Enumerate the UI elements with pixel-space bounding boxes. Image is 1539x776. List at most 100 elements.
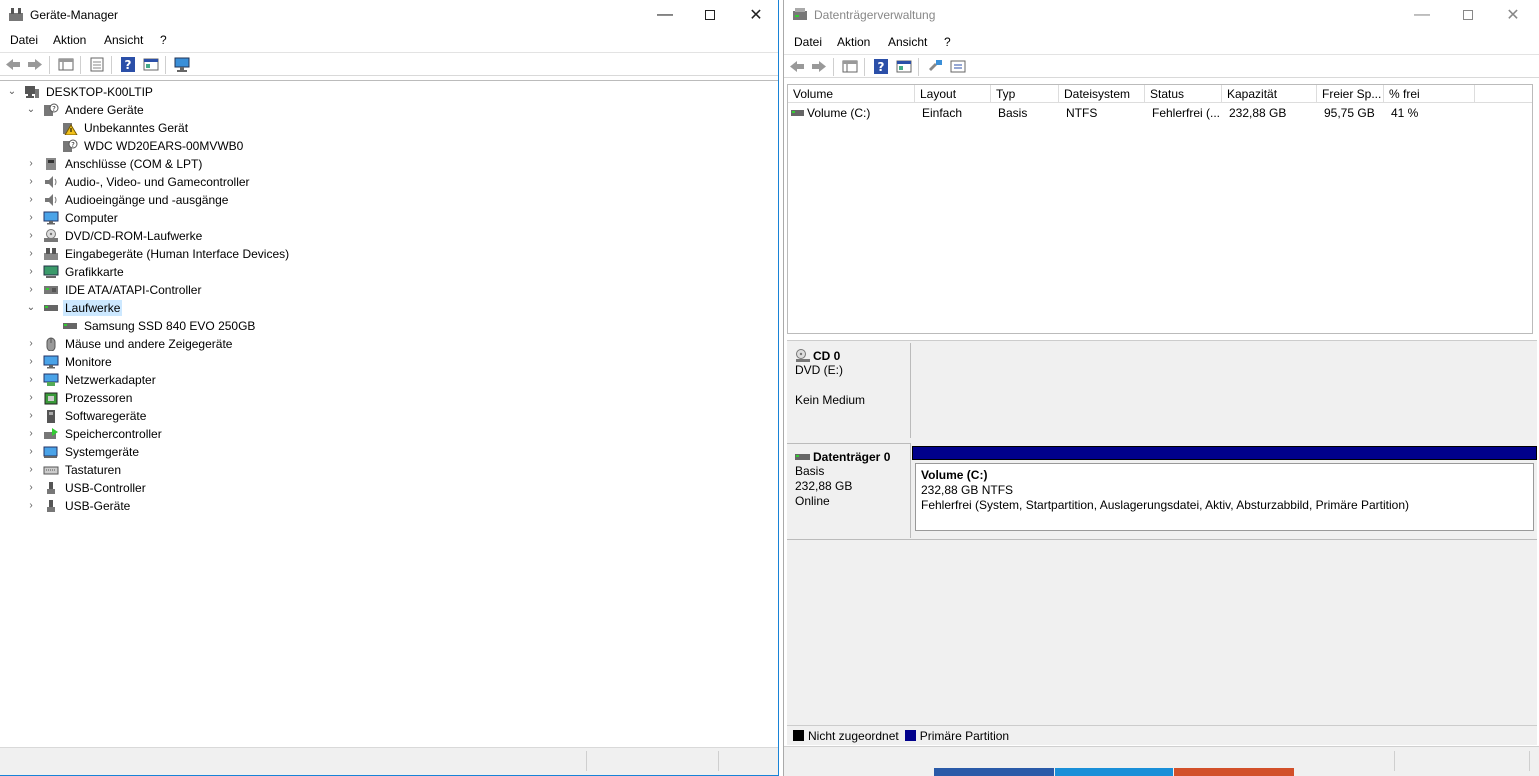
tree-category[interactable]: › Mäuse und andere Zeigegeräte xyxy=(25,335,234,353)
tree-item-label: DVD/CD-ROM-Laufwerke xyxy=(65,229,203,243)
menu-help[interactable]: ? xyxy=(160,33,167,47)
tree-category[interactable]: › Audio-, Video- und Gamecontroller xyxy=(25,173,252,191)
chevron-right-icon[interactable]: › xyxy=(25,176,37,188)
title-bar[interactable]: Geräte-Manager — ✕ xyxy=(0,0,778,29)
tree-category[interactable]: › Anschlüsse (COM & LPT) xyxy=(25,155,204,173)
chevron-right-icon[interactable]: › xyxy=(25,158,37,170)
minimize-button[interactable]: — xyxy=(642,0,688,29)
table-row[interactable]: Volume (C:) Einfach Basis NTFS Fehlerfre… xyxy=(788,104,1532,122)
tree-category[interactable]: › Systemgeräte xyxy=(25,443,141,461)
chevron-down-icon[interactable]: ⌄ xyxy=(6,86,18,98)
tree-category[interactable]: › Netzwerkadapter xyxy=(25,371,158,389)
scan-hardware-icon[interactable] xyxy=(174,57,190,72)
column-dateisystem[interactable]: Dateisystem xyxy=(1059,85,1145,103)
column-freier-speicher[interactable]: Freier Sp... xyxy=(1317,85,1384,103)
close-button[interactable]: ✕ xyxy=(733,0,778,29)
tree-category[interactable]: ⌄ Laufwerke xyxy=(25,299,123,317)
cell-layout: Einfach xyxy=(922,106,963,120)
maximize-button[interactable] xyxy=(687,0,733,29)
column-prozent-frei[interactable]: % frei xyxy=(1384,85,1475,103)
chevron-right-icon[interactable]: › xyxy=(25,410,37,422)
cell-prozent-frei: 41 % xyxy=(1391,106,1419,120)
tree-category[interactable]: › IDE ATA/ATAPI-Controller xyxy=(25,281,203,299)
svg-text:?: ? xyxy=(52,105,56,113)
forward-arrow-icon[interactable] xyxy=(811,59,827,74)
tree-category[interactable]: › Grafikkarte xyxy=(25,263,126,281)
tree-device[interactable]: Samsung SSD 840 EVO 250GB xyxy=(44,317,257,335)
console-view-icon[interactable] xyxy=(896,59,912,74)
chevron-right-icon[interactable]: › xyxy=(25,212,37,224)
console-view-icon[interactable] xyxy=(143,57,159,72)
tree-device[interactable]: Unbekanntes Gerät xyxy=(44,119,190,137)
connect-icon[interactable] xyxy=(927,59,943,74)
chevron-right-icon[interactable]: › xyxy=(25,374,37,386)
close-button[interactable]: ✕ xyxy=(1490,0,1536,29)
menu-help[interactable]: ? xyxy=(944,35,951,49)
dvd-drive-icon xyxy=(44,229,58,242)
chevron-right-icon[interactable]: › xyxy=(25,428,37,440)
properties-view-icon[interactable] xyxy=(58,57,74,72)
tree-category[interactable]: › Tastaturen xyxy=(25,461,123,479)
volume-list-header: Volume Layout Typ Dateisystem Status Kap… xyxy=(788,85,1532,103)
chevron-right-icon[interactable]: › xyxy=(25,446,37,458)
maximize-button[interactable] xyxy=(1445,0,1491,29)
column-status[interactable]: Status xyxy=(1145,85,1222,103)
chevron-right-icon[interactable]: › xyxy=(25,392,37,404)
properties-view-icon[interactable] xyxy=(842,59,858,74)
menu-datei[interactable]: Datei xyxy=(794,35,822,49)
back-arrow-icon[interactable] xyxy=(789,59,805,74)
chevron-right-icon[interactable]: › xyxy=(25,500,37,512)
chevron-down-icon[interactable]: ⌄ xyxy=(25,104,37,116)
disk-label-disk0[interactable]: Datenträger 0 Basis 232,88 GB Online xyxy=(787,443,911,538)
column-volume[interactable]: Volume xyxy=(788,85,915,103)
menu-datei[interactable]: Datei xyxy=(10,33,38,47)
chevron-right-icon[interactable]: › xyxy=(25,482,37,494)
tree-category[interactable]: ⌄? Andere Geräte xyxy=(25,101,146,119)
tree-category[interactable]: › Prozessoren xyxy=(25,389,134,407)
disk-label-cd0[interactable]: CD 0 DVD (E:) Kein Medium xyxy=(787,343,911,438)
chevron-right-icon[interactable]: › xyxy=(25,194,37,206)
settings-list-icon[interactable] xyxy=(950,59,966,74)
back-arrow-icon[interactable] xyxy=(5,57,21,72)
toolbar: ? xyxy=(784,54,1539,78)
chevron-right-icon[interactable]: › xyxy=(25,338,37,350)
menu-aktion[interactable]: Aktion xyxy=(837,35,870,49)
column-layout[interactable]: Layout xyxy=(915,85,991,103)
chevron-right-icon[interactable]: › xyxy=(25,356,37,368)
tree-category[interactable]: › Computer xyxy=(25,209,120,227)
help-icon[interactable]: ? xyxy=(873,59,889,74)
menu-ansicht[interactable]: Ansicht xyxy=(888,35,927,49)
legend-swatch-primary xyxy=(904,730,916,741)
status-segment xyxy=(1529,751,1530,771)
chevron-down-icon[interactable]: ⌄ xyxy=(25,302,37,314)
tree-category[interactable]: › Monitore xyxy=(25,353,114,371)
partition-volume-c[interactable]: Volume (C:) 232,88 GB NTFS Fehlerfrei (S… xyxy=(915,463,1534,531)
minimize-button[interactable]: — xyxy=(1399,0,1445,29)
title-bar[interactable]: Datenträgerverwaltung — ✕ xyxy=(784,0,1539,29)
forward-arrow-icon[interactable] xyxy=(27,57,43,72)
chevron-right-icon[interactable]: › xyxy=(25,284,37,296)
menu-ansicht[interactable]: Ansicht xyxy=(104,33,143,47)
help-icon[interactable]: ? xyxy=(120,57,136,72)
tree-category[interactable]: › DVD/CD-ROM-Laufwerke xyxy=(25,227,204,245)
column-kapazitaet[interactable]: Kapazität xyxy=(1222,85,1317,103)
chevron-right-icon[interactable]: › xyxy=(25,248,37,260)
chevron-right-icon[interactable]: › xyxy=(25,266,37,278)
tree-category[interactable]: › Speichercontroller xyxy=(25,425,164,443)
chevron-right-icon[interactable]: › xyxy=(25,230,37,242)
usb-icon xyxy=(47,500,55,512)
disk-info-line: DVD (E:) xyxy=(795,363,843,377)
tree-category[interactable]: › Softwaregeräte xyxy=(25,407,148,425)
tree-category[interactable]: › Audioeingänge und -ausgänge xyxy=(25,191,230,209)
tree-category[interactable]: › Eingabegeräte (Human Interface Devices) xyxy=(25,245,291,263)
tree-root-computer[interactable]: ⌄ DESKTOP-K00LTIP xyxy=(6,83,155,101)
menu-aktion[interactable]: Aktion xyxy=(53,33,86,47)
tree-category[interactable]: › USB-Geräte xyxy=(25,497,132,515)
chevron-right-icon[interactable]: › xyxy=(25,464,37,476)
tree-category[interactable]: › USB-Controller xyxy=(25,479,148,497)
column-typ[interactable]: Typ xyxy=(991,85,1059,103)
tree-device[interactable]: ? WDC WD20EARS-00MVWB0 xyxy=(44,137,245,155)
taskbar-fragment xyxy=(934,768,1054,776)
hard-disk-icon xyxy=(795,454,810,460)
document-icon[interactable] xyxy=(89,57,105,72)
